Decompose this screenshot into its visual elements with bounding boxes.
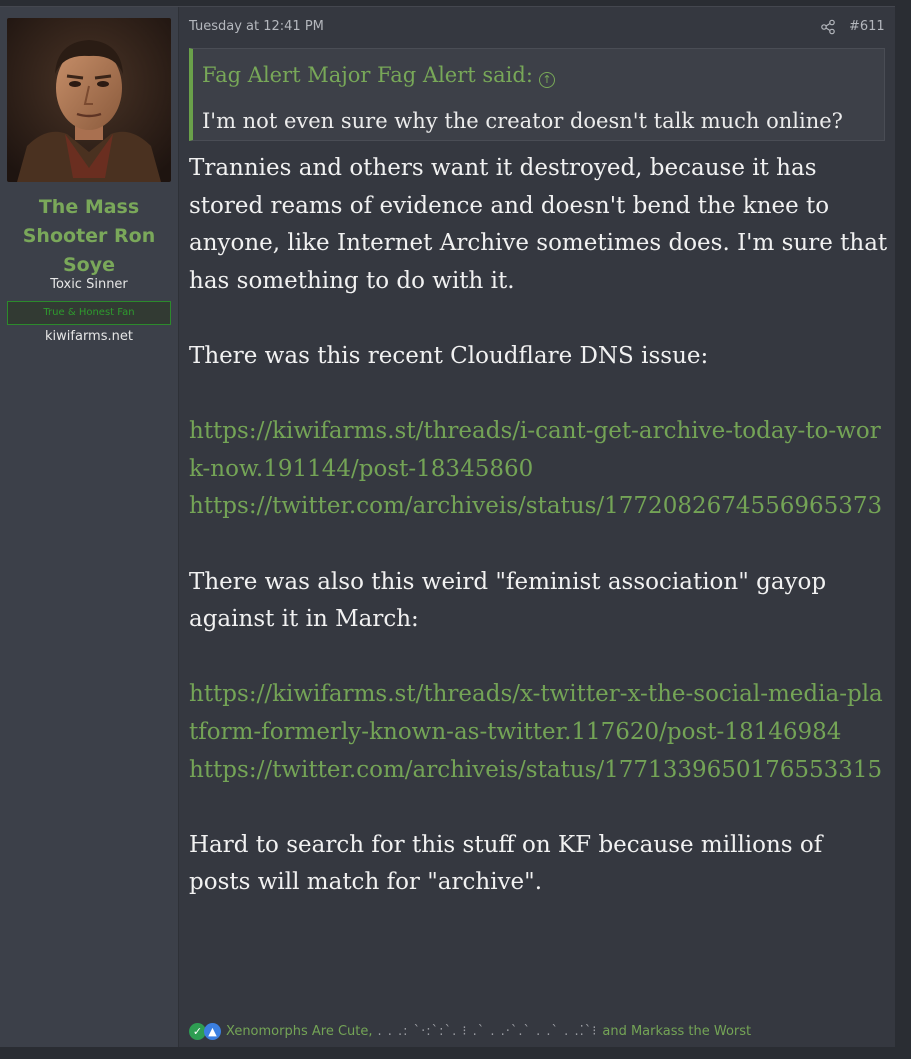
quote-author-link[interactable]: Fag Alert Major Fag Alert said: ↑: [202, 63, 555, 88]
reaction-obscured-text: . . .: `·:`:`. ⁝ .` . .·`.` . .` . .⁚`⁝: [377, 1023, 598, 1039]
arrow-up-circle-icon[interactable]: ↑: [538, 72, 555, 88]
post-paragraph: There was this recent Cloudflare DNS iss…: [189, 342, 709, 369]
thumbs-up-reaction-icon[interactable]: ▲: [204, 1022, 221, 1040]
post-number[interactable]: #611: [849, 19, 885, 34]
post-paragraph: There was also this weird "feminist asso…: [189, 568, 827, 633]
avatar[interactable]: [7, 18, 171, 182]
post-link[interactable]: https://kiwifarms.st/threads/i-cant-get-…: [189, 413, 889, 488]
post-date[interactable]: Tuesday at 12:41 PM: [189, 19, 324, 34]
post-main: Tuesday at 12:41 PM #611 Fag Alert Major…: [180, 7, 895, 1047]
quote-text: I'm not even sure why the creator doesn'…: [202, 109, 843, 133]
post-container: The Mass Shooter Ron Soye Toxic Sinner T…: [0, 6, 895, 1047]
avatar-portrait: [7, 18, 171, 182]
share-icon[interactable]: [820, 19, 836, 35]
post-paragraph: Hard to search for this stuff on KF beca…: [189, 831, 823, 896]
user-banner: True & Honest Fan: [7, 301, 171, 325]
quote-author[interactable]: Fag Alert Major Fag Alert said:: [202, 63, 533, 87]
post-body: Trannies and others want it destroyed, b…: [189, 150, 889, 902]
reactions-bar: ✓ ▲ Xenomorphs Are Cute, . . .: `·:`:`. …: [189, 1021, 751, 1041]
reaction-user-link[interactable]: Xenomorphs Are Cute,: [226, 1024, 373, 1039]
user-sidebar: The Mass Shooter Ron Soye Toxic Sinner T…: [0, 7, 179, 1047]
user-name[interactable]: The Mass Shooter Ron Soye: [8, 193, 170, 280]
post-link[interactable]: https://kiwifarms.st/threads/x-twitter-x…: [189, 676, 889, 751]
reaction-user-link[interactable]: and Markass the Worst: [602, 1024, 751, 1039]
user-extra-info: kiwifarms.net: [45, 329, 133, 344]
post-paragraph: Trannies and others want it destroyed, b…: [189, 155, 888, 294]
post-link[interactable]: https://twitter.com/archiveis/status/177…: [189, 752, 889, 790]
quote-block: Fag Alert Major Fag Alert said: ↑ I'm not…: [189, 48, 885, 141]
user-title: Toxic Sinner: [50, 277, 128, 292]
post-link[interactable]: https://twitter.com/archiveis/status/177…: [189, 488, 889, 526]
